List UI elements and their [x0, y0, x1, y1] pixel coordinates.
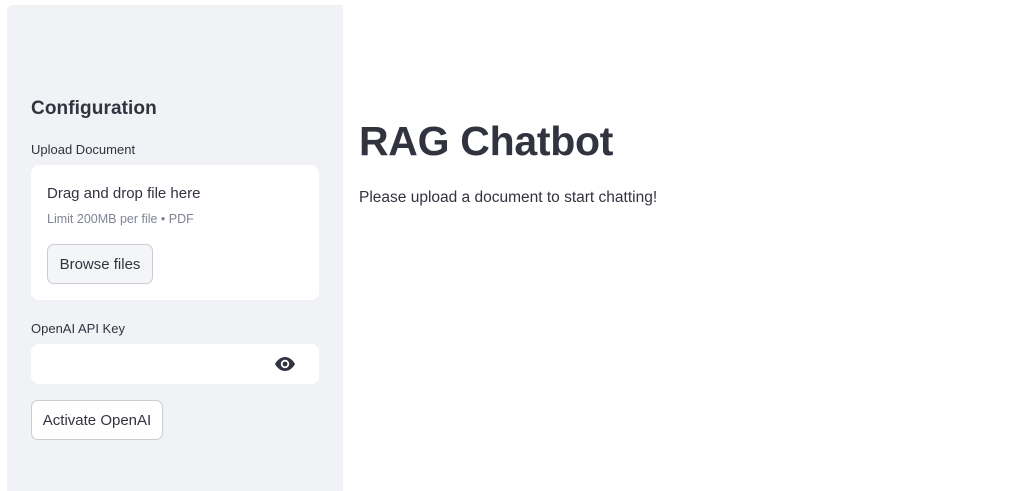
sidebar: Configuration Upload Document Drag and d…: [7, 5, 343, 491]
sidebar-heading: Configuration: [31, 98, 157, 119]
app-window: Configuration Upload Document Drag and d…: [0, 0, 1011, 491]
upload-label: Upload Document: [31, 142, 136, 157]
dropzone-title: Drag and drop file here: [47, 185, 201, 202]
api-key-field-container: [31, 344, 319, 384]
page-title: RAG Chatbot: [359, 118, 614, 164]
api-key-input[interactable]: [31, 344, 261, 384]
api-key-label: OpenAI API Key: [31, 321, 125, 336]
browse-files-button[interactable]: Browse files: [47, 244, 153, 284]
dropzone-limit: Limit 200MB per file • PDF: [47, 212, 194, 226]
upload-prompt-text: Please upload a document to start chatti…: [359, 189, 658, 206]
activate-openai-button[interactable]: Activate OpenAI: [31, 400, 163, 440]
eye-icon[interactable]: [274, 355, 296, 373]
file-dropzone[interactable]: Drag and drop file here Limit 200MB per …: [31, 165, 319, 300]
